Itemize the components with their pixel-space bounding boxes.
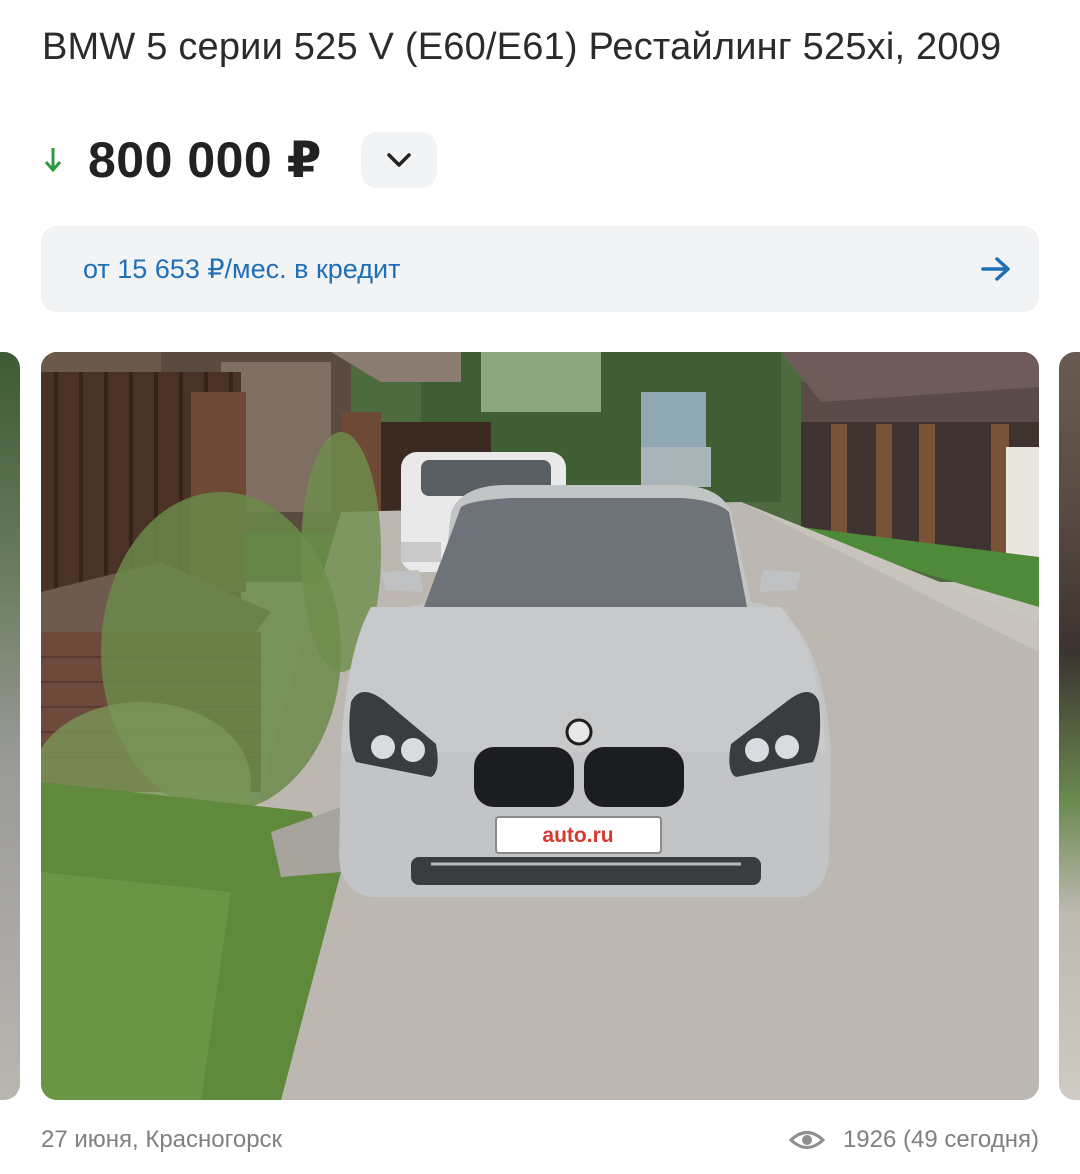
- chevron-down-icon: [387, 153, 411, 167]
- price-row: 800 000 ₽: [42, 132, 322, 188]
- price: 800 000 ₽: [88, 132, 322, 188]
- main-photo[interactable]: auto.ru: [41, 352, 1039, 1100]
- views-text: 1926 (49 сегодня): [842, 1126, 1039, 1153]
- views-counter: 1926 (49 сегодня): [788, 1126, 1039, 1154]
- arrow-right-icon: [981, 257, 1010, 281]
- car-photo: auto.ru: [41, 352, 1039, 1100]
- photo-gallery[interactable]: auto.ru: [0, 352, 1080, 1100]
- date-location: 27 июня, Красногорск: [41, 1126, 283, 1153]
- listing-meta: 27 июня, Красногорск 1926 (49 сегодня): [41, 1120, 1039, 1160]
- plate-text: auto.ru: [542, 824, 613, 847]
- price-history-button[interactable]: [361, 132, 437, 188]
- next-photo[interactable]: [1059, 352, 1080, 1100]
- arrow-down-icon: [44, 148, 62, 173]
- credit-offer-text: от 15 653 ₽/мес. в кредит: [83, 253, 401, 284]
- listing-title: BMW 5 серии 525 V (E60/E61) Рестайлинг 5…: [42, 26, 1002, 68]
- previous-photo[interactable]: [0, 352, 20, 1100]
- eye-icon: [788, 1131, 825, 1149]
- credit-offer-card[interactable]: от 15 653 ₽/мес. в кредит: [41, 226, 1039, 312]
